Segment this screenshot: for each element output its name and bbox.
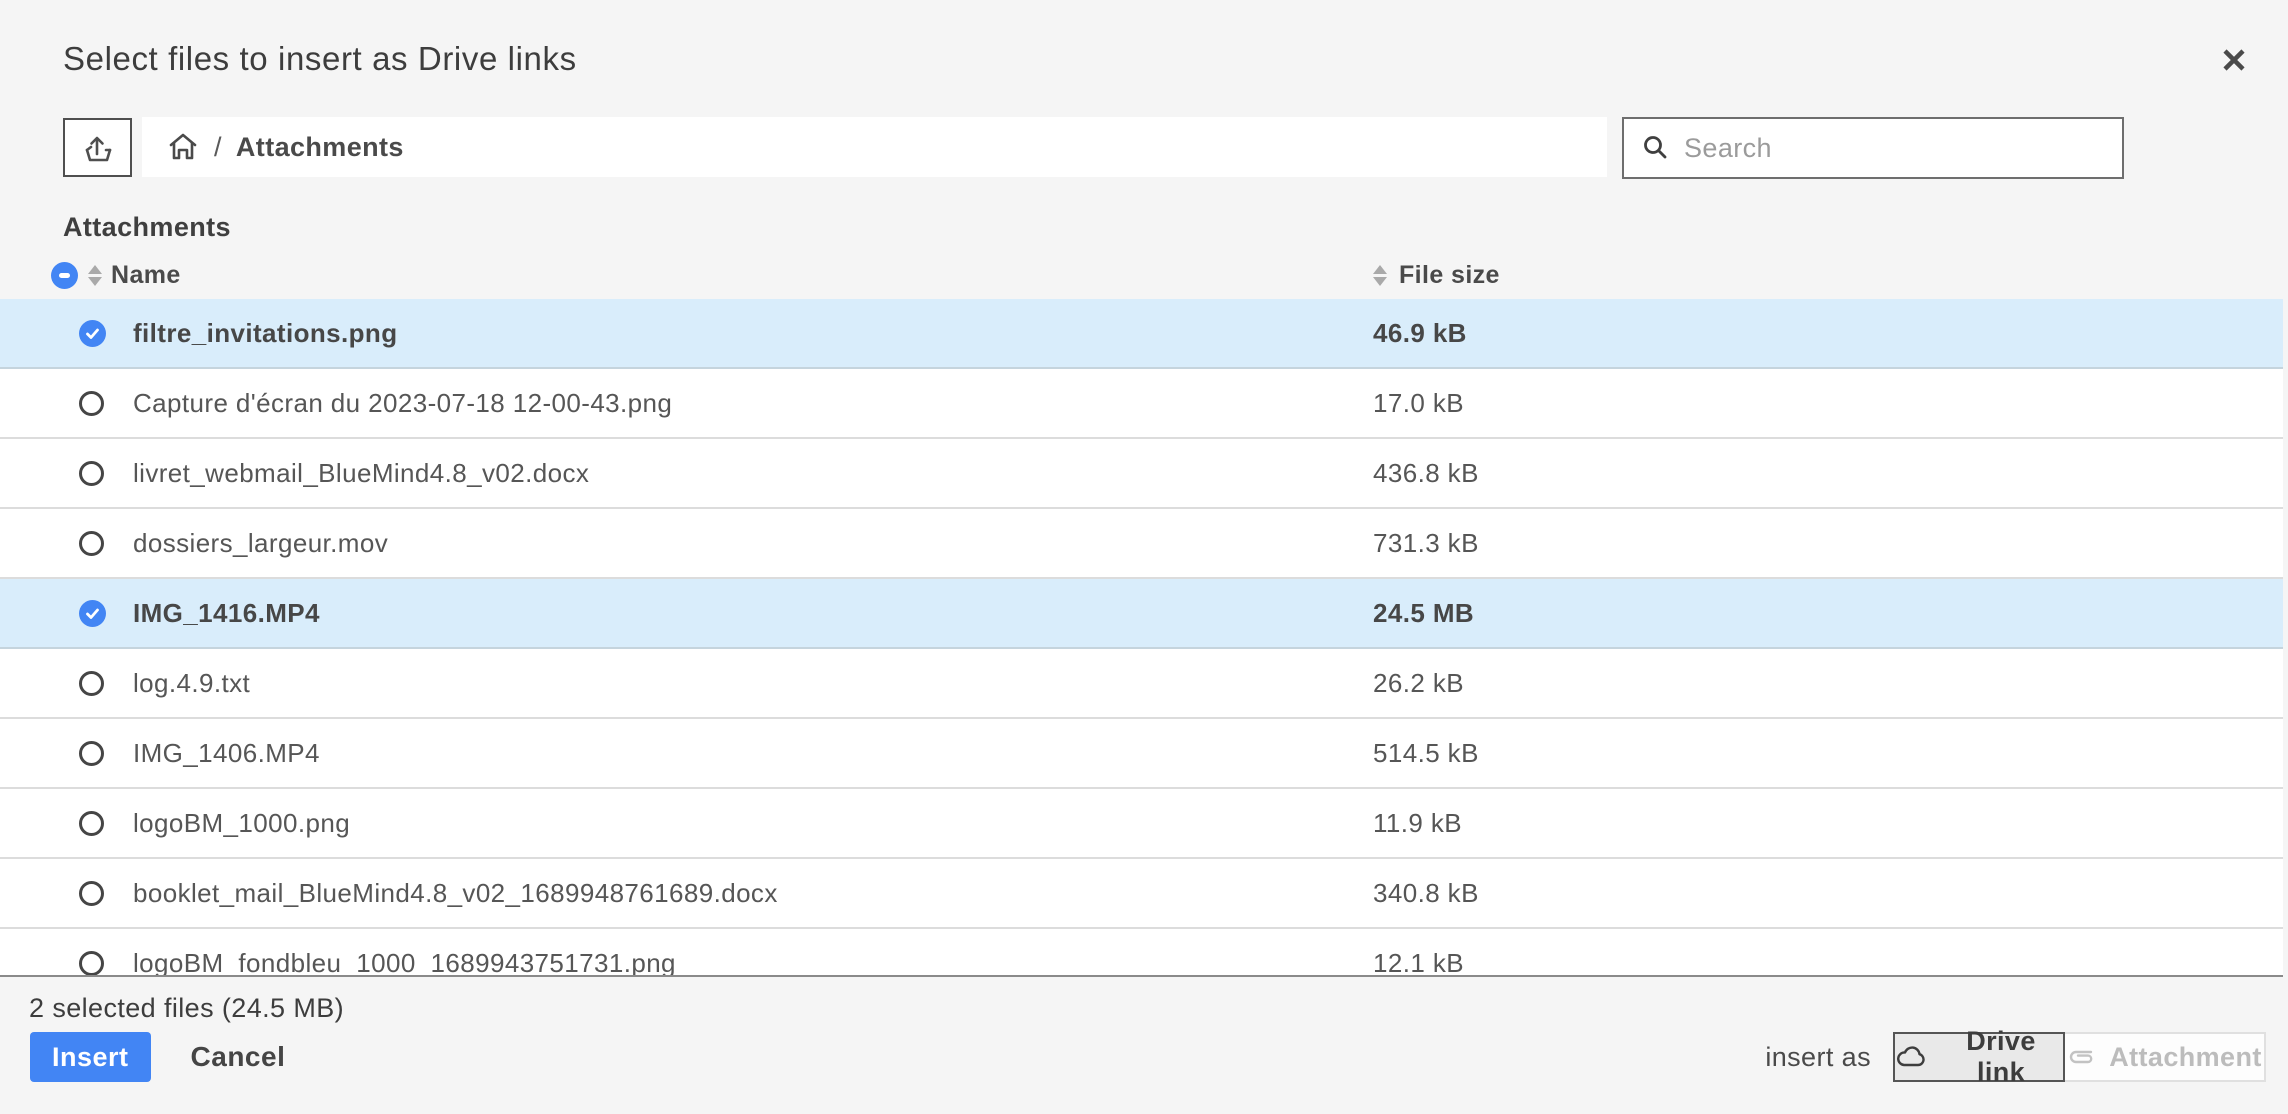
- file-size: 436.8 kB: [1373, 458, 2283, 489]
- table-row[interactable]: filtre_invitations.png 46.9 kB: [0, 299, 2283, 369]
- file-size: 26.2 kB: [1373, 668, 2283, 699]
- table-row[interactable]: log.4.9.txt 26.2 kB: [0, 649, 2283, 719]
- row-checkbox[interactable]: [79, 811, 104, 836]
- row-checkbox[interactable]: [79, 461, 104, 486]
- insert-drive-links-dialog: Select files to insert as Drive links: [0, 0, 2288, 1114]
- page-title: Select files to insert as Drive links: [63, 40, 577, 78]
- upload-icon: [80, 130, 116, 166]
- close-button[interactable]: [2212, 38, 2256, 82]
- breadcrumb: / Attachments: [142, 117, 1607, 177]
- file-size: 12.1 kB: [1373, 948, 2283, 978]
- close-icon: [2219, 45, 2249, 75]
- file-size: 514.5 kB: [1373, 738, 2283, 769]
- section-label: Attachments: [63, 212, 231, 243]
- file-size: 340.8 kB: [1373, 878, 2283, 909]
- row-checkbox[interactable]: [79, 951, 104, 976]
- file-name: booklet_mail_BlueMind4.8_v02_16899487616…: [133, 878, 1373, 909]
- search-icon: [1640, 133, 1670, 163]
- home-icon[interactable]: [166, 130, 200, 164]
- row-checkbox[interactable]: [79, 531, 104, 556]
- table-row[interactable]: IMG_1406.MP4 514.5 kB: [0, 719, 2283, 789]
- file-size: 17.0 kB: [1373, 388, 2283, 419]
- row-checkbox-checked[interactable]: [79, 320, 106, 347]
- table-row[interactable]: dossiers_largeur.mov 731.3 kB: [0, 509, 2283, 579]
- file-name: filtre_invitations.png: [133, 318, 1373, 349]
- insert-button[interactable]: Insert: [30, 1032, 151, 1082]
- file-name: IMG_1416.MP4: [133, 598, 1373, 629]
- column-header-size[interactable]: File size: [1399, 261, 1500, 290]
- search-input[interactable]: [1684, 133, 2106, 164]
- table-row[interactable]: IMG_1416.MP4 24.5 MB: [0, 579, 2283, 649]
- file-table: Name File size filtre_invitations.png 46…: [0, 252, 2283, 977]
- breadcrumb-separator: /: [214, 132, 222, 163]
- select-all-checkbox[interactable]: [51, 262, 78, 289]
- column-header-name[interactable]: Name: [111, 261, 181, 290]
- attachment-label: Attachment: [2109, 1042, 2262, 1073]
- sort-name-icon[interactable]: [88, 265, 102, 286]
- insert-as-label: insert as: [1765, 1042, 1871, 1073]
- file-name: log.4.9.txt: [133, 668, 1373, 699]
- file-list: filtre_invitations.png 46.9 kB Capture d…: [0, 299, 2283, 977]
- selection-summary: 2 selected files (24.5 MB): [29, 993, 344, 1024]
- toolbar: / Attachments: [63, 117, 2124, 179]
- table-row[interactable]: booklet_mail_BlueMind4.8_v02_16899487616…: [0, 859, 2283, 929]
- file-size: 731.3 kB: [1373, 528, 2283, 559]
- file-name: IMG_1406.MP4: [133, 738, 1373, 769]
- file-name: Capture d'écran du 2023-07-18 12-00-43.p…: [133, 388, 1373, 419]
- file-size: 24.5 MB: [1373, 598, 2283, 629]
- file-name: logoBM_1000.png: [133, 808, 1373, 839]
- upload-button[interactable]: [63, 118, 132, 177]
- table-header: Name File size: [0, 252, 2283, 299]
- attachment-toggle[interactable]: Attachment: [2065, 1032, 2266, 1082]
- paperclip-icon: [2067, 1048, 2097, 1066]
- drive-link-toggle[interactable]: Drive link: [1893, 1032, 2065, 1082]
- search-box: [1622, 117, 2124, 179]
- drive-link-label: Drive link: [1939, 1026, 2063, 1088]
- row-checkbox[interactable]: [79, 391, 104, 416]
- dialog-footer: 2 selected files (24.5 MB) Insert Cancel…: [0, 981, 2288, 1114]
- table-row[interactable]: Capture d'écran du 2023-07-18 12-00-43.p…: [0, 369, 2283, 439]
- cloud-icon: [1895, 1045, 1927, 1069]
- row-checkbox[interactable]: [79, 741, 104, 766]
- cancel-button[interactable]: Cancel: [191, 1041, 286, 1073]
- row-checkbox-checked[interactable]: [79, 600, 106, 627]
- breadcrumb-current[interactable]: Attachments: [236, 132, 404, 163]
- row-checkbox[interactable]: [79, 881, 104, 906]
- file-size: 46.9 kB: [1373, 318, 2283, 349]
- row-checkbox[interactable]: [79, 671, 104, 696]
- sort-size-icon[interactable]: [1373, 265, 1387, 286]
- table-row[interactable]: livret_webmail_BlueMind4.8_v02.docx 436.…: [0, 439, 2283, 509]
- table-row[interactable]: logoBM_1000.png 11.9 kB: [0, 789, 2283, 859]
- table-row[interactable]: logoBM_fondbleu_1000_1689943751731.png 1…: [0, 929, 2283, 977]
- file-size: 11.9 kB: [1373, 808, 2283, 839]
- file-name: dossiers_largeur.mov: [133, 528, 1373, 559]
- file-name: livret_webmail_BlueMind4.8_v02.docx: [133, 458, 1373, 489]
- file-name: logoBM_fondbleu_1000_1689943751731.png: [133, 948, 1373, 978]
